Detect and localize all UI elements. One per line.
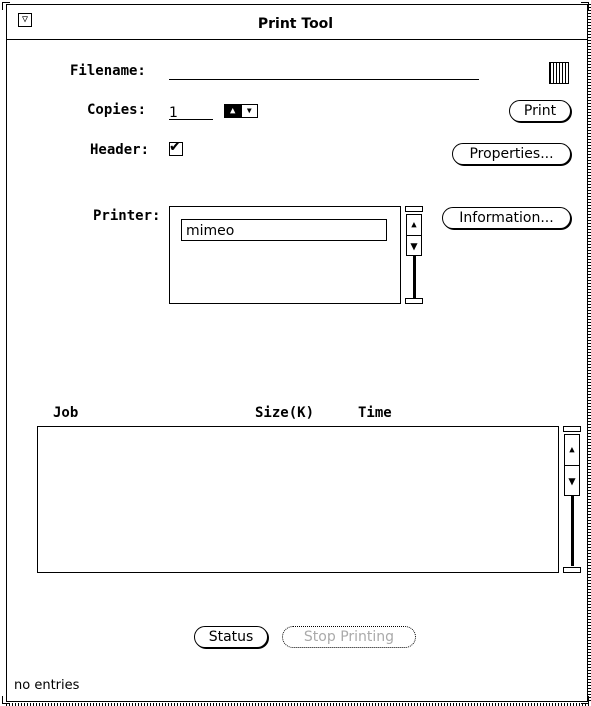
copies-stepper[interactable]: ▲ ▼ bbox=[224, 104, 258, 118]
job-queue-list[interactable] bbox=[37, 426, 559, 573]
information-button[interactable]: Information... bbox=[442, 207, 571, 229]
copies-label: Copies: bbox=[87, 102, 147, 118]
printer-name: mimeo bbox=[186, 223, 235, 239]
status-message: no entries bbox=[14, 678, 80, 693]
scroll-down-icon[interactable]: ▼ bbox=[565, 466, 579, 496]
resize-corner-bottom-left[interactable] bbox=[2, 696, 10, 704]
scrollbar-top-cap[interactable] bbox=[563, 426, 581, 432]
header-label: Header: bbox=[90, 142, 150, 158]
filename-label: Filename: bbox=[70, 63, 146, 79]
scroll-up-icon[interactable]: ▲ bbox=[565, 435, 579, 466]
scrollbar-elevator[interactable]: ▲ ▼ bbox=[564, 434, 580, 496]
column-header-job: Job bbox=[53, 405, 79, 421]
print-button[interactable]: Print bbox=[509, 100, 571, 122]
list-item[interactable]: mimeo bbox=[181, 219, 387, 241]
scroll-down-icon[interactable]: ▼ bbox=[407, 236, 421, 256]
file-chooser-icon[interactable] bbox=[549, 62, 569, 84]
filename-field[interactable] bbox=[169, 62, 479, 80]
scrollbar-track[interactable] bbox=[413, 256, 416, 298]
status-button[interactable]: Status bbox=[194, 626, 268, 648]
printer-list-scrollbar[interactable]: ▲ ▼ bbox=[405, 206, 424, 306]
scrollbar-bottom-cap[interactable] bbox=[405, 298, 423, 304]
column-header-size: Size(K) bbox=[255, 405, 315, 421]
header-checkbox[interactable]: ✔ bbox=[169, 138, 183, 156]
copies-input[interactable]: 1 bbox=[169, 102, 213, 121]
scrollbar-track[interactable] bbox=[571, 496, 574, 566]
printer-list[interactable]: mimeo bbox=[169, 206, 401, 304]
job-queue-scrollbar[interactable]: ▲ ▼ bbox=[563, 426, 582, 574]
stop-printing-button[interactable]: Stop Printing bbox=[282, 626, 416, 648]
increment-arrow-icon[interactable]: ▲ bbox=[225, 105, 241, 117]
copies-value: 1 bbox=[169, 105, 178, 121]
resize-corner-bottom-right[interactable] bbox=[581, 696, 589, 704]
column-header-time: Time bbox=[358, 405, 392, 421]
scroll-up-icon[interactable]: ▲ bbox=[407, 215, 421, 236]
printer-label: Printer: bbox=[93, 208, 161, 224]
properties-button[interactable]: Properties... bbox=[452, 143, 571, 165]
scrollbar-bottom-cap[interactable] bbox=[563, 567, 581, 573]
scrollbar-elevator[interactable]: ▲ ▼ bbox=[406, 214, 422, 256]
window-title: Print Tool bbox=[257, 16, 334, 32]
scrollbar-top-cap[interactable] bbox=[405, 206, 423, 212]
decrement-arrow-icon[interactable]: ▼ bbox=[240, 105, 258, 117]
checkmark-icon: ✔ bbox=[170, 136, 181, 156]
